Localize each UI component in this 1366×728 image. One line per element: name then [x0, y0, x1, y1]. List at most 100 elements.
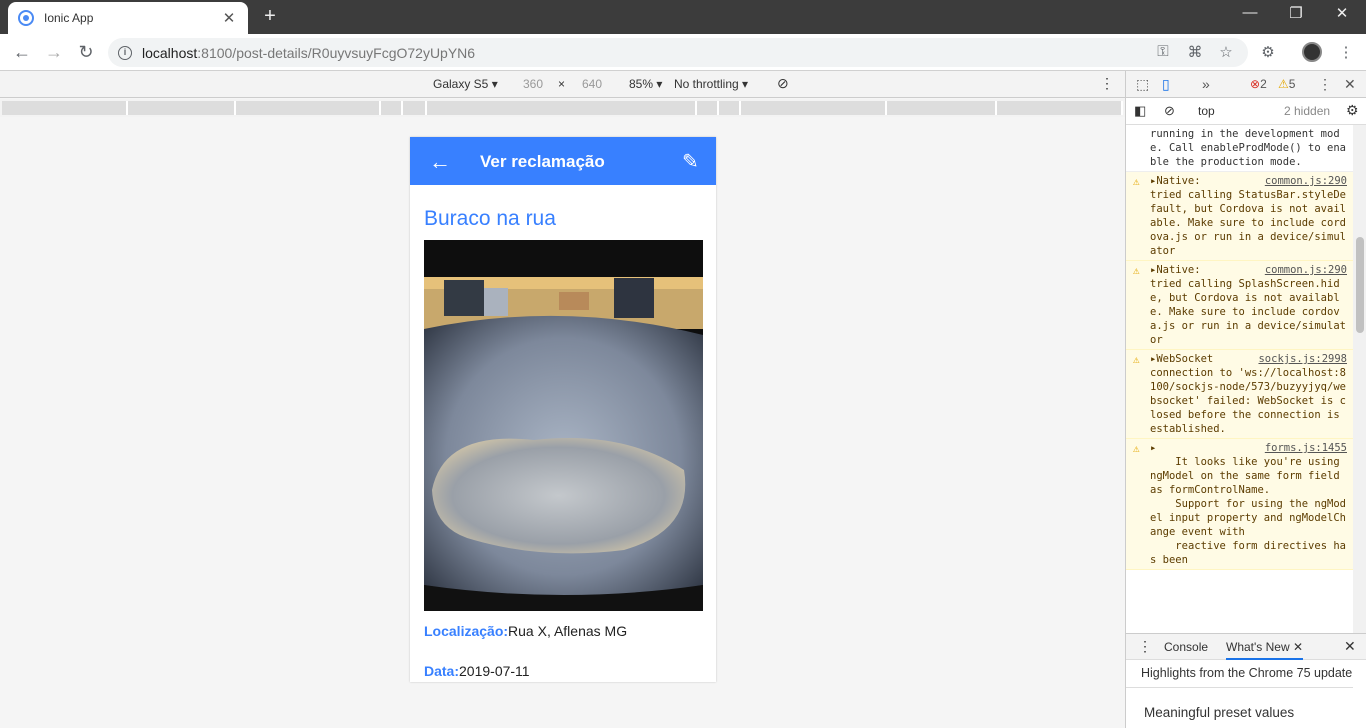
whats-new-heading: Highlights from the Chrome 75 update	[1141, 666, 1353, 680]
warning-count[interactable]: ⚠5	[1278, 77, 1295, 91]
device-toggle-icon[interactable]: ▯	[1162, 76, 1170, 93]
media-query-segment[interactable]	[741, 101, 887, 115]
media-query-segment[interactable]	[887, 101, 997, 115]
message-text: running in the development mode. Call en…	[1150, 128, 1346, 168]
media-query-segment[interactable]	[2, 101, 128, 115]
warning-icon: ⚠	[1278, 77, 1289, 91]
console-settings-gear-icon[interactable]: ⚙	[1346, 102, 1359, 119]
location-value: Rua X, Aflenas MG	[508, 623, 628, 639]
media-query-segment[interactable]	[697, 101, 719, 115]
location-field: Localização:Rua X, Aflenas MG	[424, 623, 627, 639]
throttling-select[interactable]: No throttling ▾	[674, 77, 748, 91]
device-name: Galaxy S5	[433, 77, 489, 91]
message-source-link[interactable]: common.js:290	[1265, 174, 1347, 188]
browser-menu-icon[interactable]: ⋮	[1336, 43, 1356, 61]
message-text: tried calling StatusBar.styleDefault, bu…	[1150, 189, 1346, 257]
inspect-element-icon[interactable]: ⬚	[1136, 76, 1149, 93]
devtools-menu-icon[interactable]: ⋮	[1318, 76, 1332, 93]
message-prefix[interactable]: ▸WebSocket	[1150, 353, 1213, 365]
pothole-photo	[424, 240, 703, 611]
message-prefix[interactable]: ▸Native:	[1150, 175, 1201, 187]
device-toolbar: Galaxy S5 ▾ 360 × 640 85% ▾ No throttlin…	[0, 71, 1125, 98]
drawer-menu-icon[interactable]: ⋮	[1138, 638, 1152, 655]
message-text: connection to 'ws://localhost:8100/sockj…	[1150, 367, 1346, 435]
tab-whats-new[interactable]: What's New ✕	[1226, 640, 1304, 660]
edit-pencil-icon[interactable]: ✎	[682, 149, 699, 174]
message-source-link[interactable]: common.js:290	[1265, 263, 1347, 277]
device-menu-icon[interactable]: ⋮	[1100, 75, 1114, 92]
device-width[interactable]: 360	[523, 77, 543, 91]
tab-whats-new-label: What's New	[1226, 640, 1290, 654]
scrollbar-thumb[interactable]	[1356, 237, 1364, 333]
console-filter-bar: ◧ ⊘ top 2 hidden ⚙	[1126, 98, 1366, 125]
rotate-icon[interactable]: ⊘	[777, 75, 789, 92]
bookmark-star-icon[interactable]: ☆	[1216, 43, 1236, 61]
close-devtools-icon[interactable]: ✕	[1344, 76, 1356, 93]
clear-console-icon[interactable]: ⊘	[1164, 103, 1175, 119]
whats-new-item[interactable]: Meaningful preset values	[1144, 705, 1294, 720]
close-drawer-icon[interactable]: ✕	[1344, 638, 1356, 655]
page-viewport: Galaxy S5 ▾ 360 × 640 85% ▾ No throttlin…	[0, 71, 1125, 728]
url-path: :8100/post-details/R0uyvsuyFcgO72yUpYN6	[197, 44, 476, 61]
console-warning[interactable]: ⚠ common.js:290 ▸Native: tried calling Spl…	[1126, 261, 1353, 350]
media-query-segment[interactable]	[403, 101, 427, 115]
console-scrollbar[interactable]	[1353, 125, 1366, 633]
error-icon: ⊗	[1250, 77, 1261, 91]
extension-icon[interactable]: ⚙	[1258, 43, 1278, 61]
console-message[interactable]: running in the development mode. Call en…	[1126, 125, 1353, 172]
profile-avatar[interactable]	[1302, 42, 1322, 62]
message-prefix[interactable]: ▸Native:	[1150, 264, 1201, 276]
app-header: ← Ver reclamação ✎	[410, 137, 716, 185]
post-title: Buraco na rua	[424, 207, 556, 230]
media-query-segment[interactable]	[427, 101, 697, 115]
message-source-link[interactable]: forms.js:1455	[1265, 441, 1347, 455]
dimension-separator-icon: ×	[558, 77, 566, 91]
header-title: Ver reclamação	[480, 152, 605, 171]
error-count[interactable]: ⊗2	[1250, 77, 1267, 91]
minimize-icon[interactable]: —	[1238, 4, 1262, 21]
hidden-count[interactable]: 2 hidden	[1284, 104, 1330, 118]
device-height[interactable]: 640	[582, 77, 602, 91]
media-query-segment[interactable]	[997, 101, 1123, 115]
reload-button[interactable]: ↻	[74, 40, 98, 64]
browser-tab[interactable]: Ionic App ✕	[8, 2, 248, 34]
zoom-select[interactable]: 85% ▾	[629, 77, 662, 91]
devtools-panel: ⬚ ▯ » ⊗2 ⚠5 ⋮ ✕ ◧ ⊘ top 2 hidden ⚙ runni…	[1125, 71, 1366, 728]
warning-icon: ⚠	[1133, 175, 1140, 188]
media-query-segment[interactable]	[719, 101, 741, 115]
forward-button[interactable]: →	[42, 40, 66, 64]
ionic-favicon-icon	[18, 10, 34, 26]
key-icon[interactable]: ⚿	[1153, 43, 1173, 60]
browser-toolbar: ← → ↻ i localhost:8100/post-details/R0uy…	[0, 34, 1366, 71]
site-info-icon[interactable]: i	[118, 45, 132, 60]
warning-icon: ⚠	[1133, 264, 1140, 277]
media-query-bar[interactable]	[0, 99, 1125, 117]
media-query-segment[interactable]	[128, 101, 236, 115]
throttling-value: No throttling	[674, 77, 739, 91]
close-tab-icon[interactable]: ✕	[220, 9, 238, 27]
message-prefix[interactable]: ▸	[1150, 442, 1156, 454]
close-window-icon[interactable]: ✕	[1330, 4, 1354, 22]
tab-console[interactable]: Console	[1164, 640, 1208, 654]
address-bar[interactable]: i localhost:8100/post-details/R0uyvsuyFc…	[108, 38, 1248, 67]
message-source-link[interactable]: sockjs.js:2998	[1258, 352, 1347, 366]
back-arrow-icon[interactable]: ←	[428, 149, 452, 175]
media-query-segment[interactable]	[236, 101, 381, 115]
zoom-value: 85%	[629, 77, 654, 91]
translate-icon[interactable]: ⌘	[1185, 43, 1205, 61]
back-button[interactable]: ←	[10, 40, 34, 64]
console-warning[interactable]: ⚠ common.js:290 ▸Native: tried calling Sta…	[1126, 172, 1353, 261]
console-warning[interactable]: ⚠ sockjs.js:2998 ▸WebSocket connection to …	[1126, 350, 1353, 439]
device-select[interactable]: Galaxy S5 ▾	[433, 77, 498, 91]
console-warning[interactable]: ⚠ forms.js:1455 ▸ It looks like you're usi…	[1126, 439, 1353, 570]
drawer-tabbar: ⋮ Console What's New ✕ ✕	[1126, 633, 1366, 660]
restore-icon[interactable]: ❐	[1284, 4, 1308, 22]
close-tab-icon[interactable]: ✕	[1293, 640, 1303, 654]
new-tab-button[interactable]: +	[258, 5, 282, 28]
context-select[interactable]: top	[1198, 104, 1215, 118]
more-panels-icon[interactable]: »	[1202, 76, 1210, 92]
date-value: 2019-07-11	[459, 663, 530, 679]
media-query-segment[interactable]	[381, 101, 403, 115]
sidebar-toggle-icon[interactable]: ◧	[1134, 103, 1146, 119]
date-field: Data:2019-07-11	[424, 663, 530, 679]
